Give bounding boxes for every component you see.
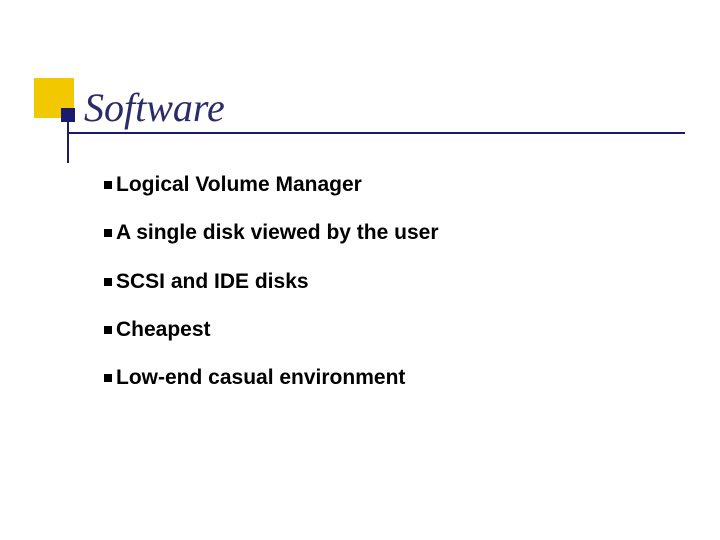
square-bullet-icon bbox=[104, 374, 112, 382]
bullet-text: A single disk viewed by the user bbox=[116, 220, 439, 246]
bullet-text: SCSI and IDE disks bbox=[116, 269, 309, 295]
square-bullet-icon bbox=[104, 278, 112, 286]
bullet-text: Cheapest bbox=[116, 317, 211, 343]
bullet-list: Logical Volume Manager A single disk vie… bbox=[104, 172, 684, 413]
navy-vertical-bar bbox=[67, 108, 69, 163]
title-decoration bbox=[34, 78, 84, 156]
bullet-text: Low-end casual environment bbox=[116, 365, 405, 391]
list-item: Low-end casual environment bbox=[104, 365, 684, 391]
bullet-text: Logical Volume Manager bbox=[116, 172, 362, 198]
list-item: A single disk viewed by the user bbox=[104, 220, 684, 246]
square-bullet-icon bbox=[104, 181, 112, 189]
square-bullet-icon bbox=[104, 229, 112, 237]
slide-title: Software bbox=[84, 84, 225, 131]
title-underline bbox=[67, 132, 685, 134]
list-item: Logical Volume Manager bbox=[104, 172, 684, 198]
list-item: Cheapest bbox=[104, 317, 684, 343]
square-bullet-icon bbox=[104, 326, 112, 334]
list-item: SCSI and IDE disks bbox=[104, 269, 684, 295]
